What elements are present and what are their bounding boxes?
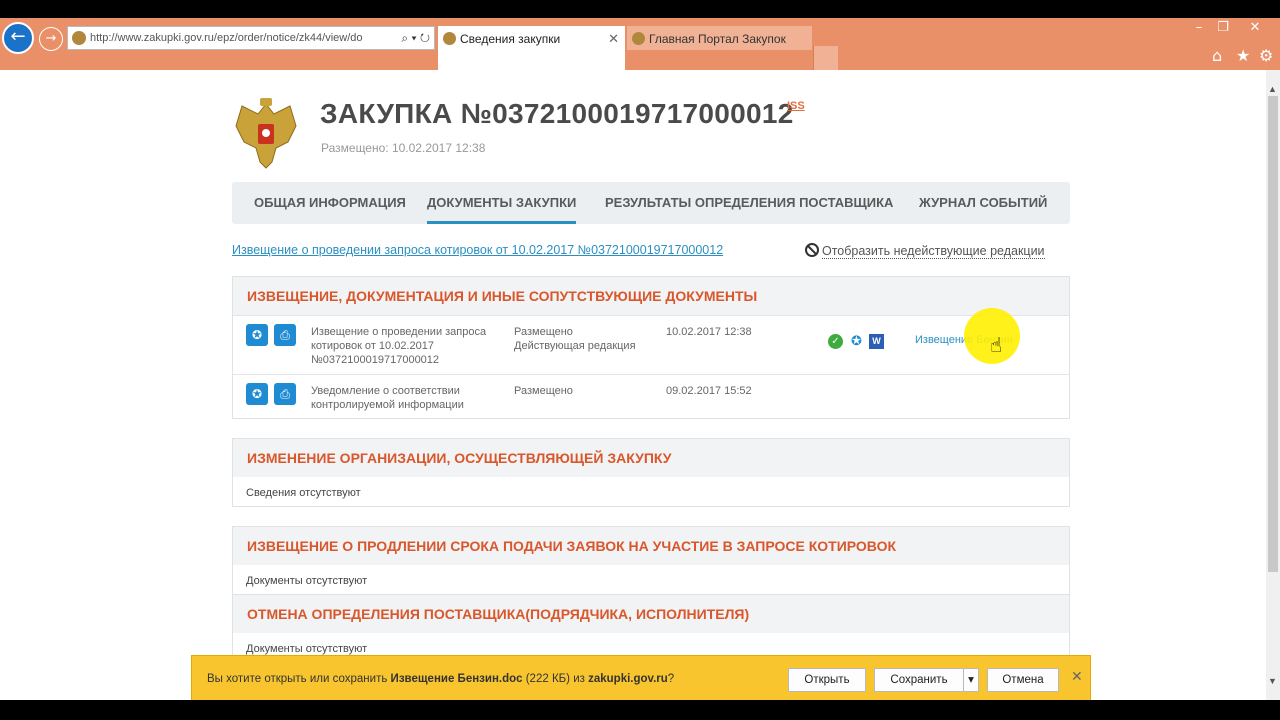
open-button[interactable]: Открыть	[788, 668, 866, 692]
iss-link[interactable]: ISS	[787, 100, 805, 112]
section-title: ИЗМЕНЕНИЕ ОРГАНИЗАЦИИ, ОСУЩЕСТВЛЯЮЩЕЙ ЗА…	[233, 439, 1069, 477]
save-options-button[interactable]: ▾	[963, 668, 979, 692]
word-file-icon: W	[869, 334, 884, 349]
page-viewport: ЗАКУПКА №0372100019717000012 ISS Размеще…	[0, 70, 1266, 700]
document-status: Размещено	[514, 385, 573, 397]
site-favicon	[72, 31, 86, 45]
settings-gear-icon[interactable]: ⚙	[1259, 46, 1273, 65]
download-site: zakupki.gov.ru	[588, 673, 668, 685]
tab-main-portal[interactable]: Главная Портал Закупок	[627, 26, 812, 50]
address-tools[interactable]: ⌕ ▾ ↻	[397, 27, 430, 49]
section-title: ИЗВЕЩЕНИЕ, ДОКУМЕНТАЦИЯ И ИНЫЕ СОПУТСТВУ…	[233, 277, 1069, 315]
download-message: Вы хотите открыть или сохранить Извещени…	[207, 673, 675, 685]
close-icon[interactable]: ✕	[1071, 668, 1083, 685]
cancellation-panel: ОТМЕНА ОПРЕДЕЛЕНИЯ ПОСТАВЩИКА(ПОДРЯДЧИКА…	[232, 594, 1070, 663]
empty-message: Сведения отсутствуют	[246, 487, 361, 499]
print-icon[interactable]: ⎙	[274, 383, 296, 405]
cancel-button[interactable]: Отмена	[987, 668, 1059, 692]
show-inactive-toggle[interactable]: Отобразить недействующие редакции	[805, 243, 1045, 259]
scrollbar-thumb[interactable]	[1268, 96, 1278, 572]
bottom-black-strip	[0, 700, 1280, 720]
vertical-scrollbar[interactable]: ▲ ▼	[1266, 70, 1280, 700]
tab-close-icon[interactable]: ✕	[608, 26, 619, 52]
print-icon[interactable]: ⎙	[274, 324, 296, 346]
url-text: http://www.zakupki.gov.ru/epz/order/noti…	[90, 32, 363, 44]
favorites-star-icon[interactable]: ★	[1236, 46, 1250, 65]
close-window-icon[interactable]: ✕	[1244, 20, 1266, 35]
download-bar: Вы хотите открыть или сохранить Извещени…	[191, 655, 1091, 701]
tab-event-log[interactable]: ЖУРНАЛ СОБЫТИЙ	[919, 182, 1047, 224]
tab-general-info[interactable]: ОБЩАЯ ИНФОРМАЦИЯ	[254, 182, 406, 224]
ban-icon	[805, 243, 819, 257]
arrow-right-icon: →	[45, 31, 57, 46]
section-title: ОТМЕНА ОПРЕДЕЛЕНИЯ ПОСТАВЩИКА(ПОДРЯДЧИКА…	[233, 595, 1069, 633]
scroll-up-icon[interactable]: ▲	[1268, 84, 1277, 94]
scroll-down-icon[interactable]: ▼	[1268, 676, 1277, 686]
tab-supplier-results[interactable]: РЕЗУЛЬТАТЫ ОПРЕДЕЛЕНИЯ ПОСТАВЩИКА	[605, 182, 893, 224]
show-inactive-label: Отобразить недействующие редакции	[822, 244, 1045, 259]
documents-panel: ИЗВЕЩЕНИЕ, ДОКУМЕНТАЦИЯ И ИНЫЕ СОПУТСТВУ…	[232, 276, 1070, 419]
screen: – ❐ ✕ ← → http://www.zakupki.gov.ru/epz/…	[0, 0, 1280, 720]
posted-date: Размещено: 10.02.2017 12:38	[321, 141, 486, 155]
download-filename: Извещение Бензин.doc	[390, 673, 523, 685]
org-change-panel: ИЗМЕНЕНИЕ ОРГАНИЗАЦИИ, ОСУЩЕСТВЛЯЮЩЕЙ ЗА…	[232, 438, 1070, 507]
tab-label: Сведения закупки	[460, 32, 561, 46]
document-name: Уведомление о соответствии контролируемо…	[311, 385, 464, 411]
check-icon: ✓	[828, 334, 843, 349]
search-icon[interactable]: ⌕	[401, 31, 408, 45]
restore-icon[interactable]: ❐	[1212, 20, 1234, 35]
tab-svedeniya[interactable]: Сведения закупки ✕	[438, 26, 625, 70]
signature-icon[interactable]: ✪	[849, 334, 864, 349]
empty-message: Документы отсутствуют	[246, 575, 368, 587]
address-bar[interactable]: http://www.zakupki.gov.ru/epz/order/noti…	[67, 26, 435, 50]
save-button[interactable]: Сохранить	[874, 668, 964, 692]
tab-documents[interactable]: ДОКУМЕНТЫ ЗАКУПКИ	[427, 182, 577, 224]
document-name: Извещение о проведении запроса котировок…	[311, 326, 487, 366]
forward-button[interactable]: →	[39, 27, 63, 51]
tab-favicon	[632, 32, 645, 45]
certificate-icon[interactable]: ✪	[246, 383, 268, 405]
chevron-down-icon: ▾	[968, 674, 974, 686]
minimize-icon[interactable]: –	[1188, 20, 1210, 35]
hand-cursor-icon: ☝	[990, 333, 1003, 357]
top-black-strip	[0, 0, 1280, 18]
deadline-extension-panel: ИЗВЕЩЕНИЕ О ПРОДЛЕНИИ СРОКА ПОДАЧИ ЗАЯВО…	[232, 526, 1070, 595]
table-row: ✪ ⎙ Уведомление о соответствии контролир…	[233, 374, 1069, 419]
document-status: Размещено Действующая редакция	[514, 326, 636, 352]
document-date: 10.02.2017 12:38	[666, 326, 752, 338]
certificate-icon[interactable]: ✪	[246, 324, 268, 346]
tab-favicon	[443, 32, 456, 45]
home-icon[interactable]: ⌂	[1212, 46, 1222, 65]
arrow-left-icon: ←	[10, 26, 26, 47]
page-title: ЗАКУПКА №0372100019717000012	[320, 98, 794, 129]
section-title: ИЗВЕЩЕНИЕ О ПРОДЛЕНИИ СРОКА ПОДАЧИ ЗАЯВО…	[233, 527, 1069, 565]
notice-link[interactable]: Извещение о проведении запроса котировок…	[232, 243, 723, 257]
procurement-tabs: ОБЩАЯ ИНФОРМАЦИЯ ДОКУМЕНТЫ ЗАКУПКИ РЕЗУЛ…	[232, 182, 1070, 224]
table-row: ✪ ⎙ Извещение о проведении запроса котир…	[233, 315, 1069, 374]
tab-label: Главная Портал Закупок	[649, 32, 786, 46]
coat-of-arms-icon	[235, 98, 297, 169]
dropdown-icon[interactable]: ▾	[411, 31, 416, 45]
refresh-icon[interactable]: ↻	[420, 31, 430, 45]
document-date: 09.02.2017 15:52	[666, 385, 752, 397]
back-button[interactable]: ←	[2, 22, 34, 54]
new-tab-button[interactable]	[813, 46, 838, 70]
